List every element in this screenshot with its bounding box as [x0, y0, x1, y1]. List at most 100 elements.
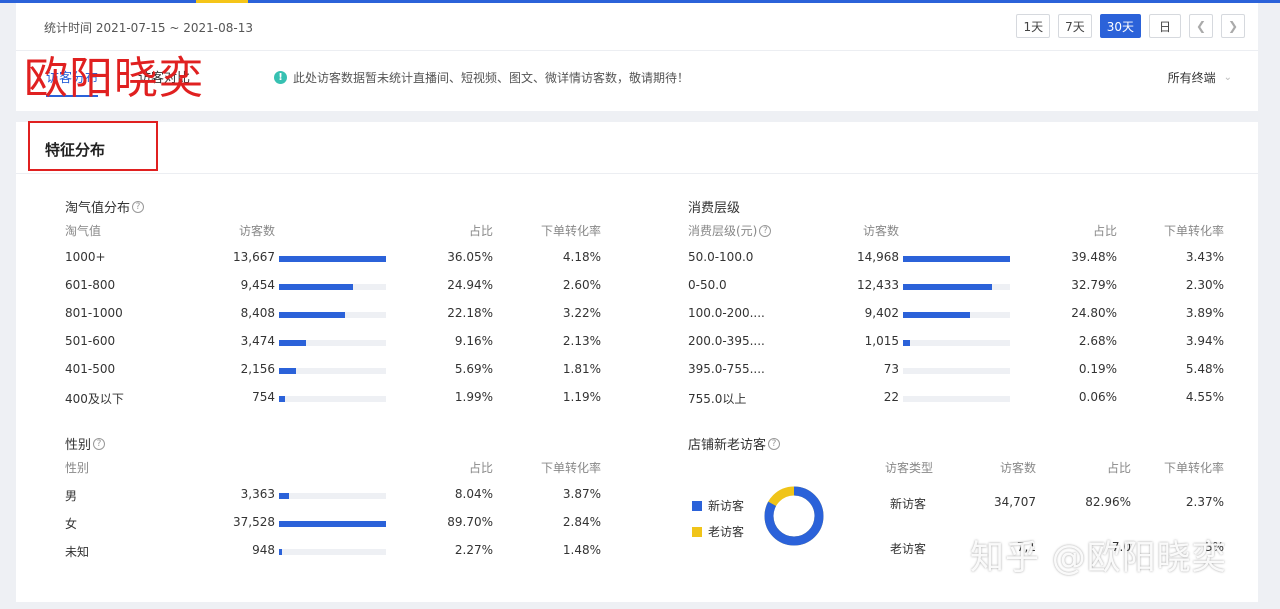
naughty-row-conv: 4.18% — [562, 250, 601, 264]
spending-row-label: 755.0以上 — [688, 392, 747, 406]
spending-row-conv: 4.55% — [1185, 390, 1224, 404]
newold-row-old-label: 老访客 — [890, 542, 927, 556]
gender-row-bar-track — [279, 493, 386, 499]
spending-row-label: 395.0-755.... — [688, 362, 765, 376]
range-30day-button[interactable]: 30天 — [1099, 14, 1141, 38]
naughty-row-visitors: 3,474 — [240, 334, 275, 348]
gender-title: 性别? — [65, 434, 106, 453]
spending-header-label: 消费层级(元)? — [688, 222, 772, 239]
spending-row-bar-track — [903, 256, 1010, 262]
range-1day-button[interactable]: 1天 — [1016, 14, 1051, 38]
naughty-row-share: 36.05% — [447, 250, 493, 264]
spending-row-bar-track — [903, 284, 1010, 290]
gender-row-label: 未知 — [65, 545, 90, 559]
naughty-row-bar-fill — [279, 368, 296, 374]
naughty-row-visitors: 13,667 — [233, 250, 275, 264]
naughty-row-conv: 2.60% — [562, 278, 601, 292]
chevron-down-icon: ⌄ — [1223, 72, 1232, 83]
range-button-group: 1天 7天 30天 日 ❮ ❯ — [1016, 14, 1245, 38]
gender-row-share: 8.04% — [454, 487, 493, 501]
gender-row-bar-fill — [279, 493, 289, 499]
spending-row-bar-fill — [903, 340, 910, 346]
naughty-row-bar-track — [279, 256, 386, 262]
spending-title-text: 消费层级 — [688, 201, 741, 216]
naughty-title: 淘气值分布? — [65, 197, 145, 216]
section-title: 特征分布 — [45, 141, 106, 159]
legend-label-old: 老访客 — [708, 525, 745, 539]
naughty-row-bar-track — [279, 368, 386, 374]
spending-row-visitors: 73 — [883, 362, 899, 376]
divider — [16, 50, 1258, 51]
naughty-row-bar-fill — [279, 340, 306, 346]
gender-row-share: 2.27% — [454, 543, 493, 557]
naughty-row-bar-track — [279, 312, 386, 318]
legend-swatch-old — [692, 526, 702, 537]
naughty-header-label: 淘气值 — [65, 224, 102, 238]
spending-header-visitors: 访客数 — [863, 224, 900, 238]
naughty-row-conv: 2.13% — [562, 334, 601, 348]
spending-row-label: 100.0-200.... — [688, 306, 765, 320]
gender-row-label: 男 — [65, 489, 78, 503]
range-7day-button[interactable]: 7天 — [1058, 14, 1092, 38]
gender-row-visitors: 37,528 — [233, 515, 275, 529]
naughty-row-visitors: 754 — [252, 390, 275, 404]
notice-banner: ! 此处访客数据暂未统计直播间、短视频、图文、微详情访客数，敬请期待！ — [274, 69, 689, 86]
date-range-card: 统计时间 2021-07-15 ~ 2021-08-13 1天 7天 30天 日… — [16, 3, 1258, 111]
naughty-header-share: 占比 — [468, 224, 493, 238]
spending-row-bar-fill — [903, 284, 992, 290]
spending-row-conv: 5.48% — [1185, 362, 1224, 376]
naughty-header-conv: 下单转化率 — [540, 224, 601, 238]
range-day-button[interactable]: 日 — [1149, 14, 1181, 38]
naughty-row-share: 22.18% — [447, 306, 493, 320]
naughty-row-share: 24.94% — [447, 278, 493, 292]
naughty-row-bar-fill — [279, 312, 345, 318]
newold-header-conv: 下单转化率 — [1163, 461, 1224, 475]
naughty-row-bar-track — [279, 396, 386, 402]
spending-header-share: 占比 — [1092, 224, 1117, 238]
gender-row-conv: 3.87% — [562, 487, 601, 501]
terminal-select[interactable]: 所有终端 ⌄ — [1168, 69, 1232, 86]
spending-row-share: 0.19% — [1078, 362, 1117, 376]
spending-row-label: 0-50.0 — [688, 278, 727, 292]
spending-row-visitors: 14,968 — [857, 250, 899, 264]
naughty-row-label: 401-500 — [65, 362, 116, 376]
spending-row-conv: 2.30% — [1185, 278, 1224, 292]
naughty-row-visitors: 2,156 — [240, 362, 275, 376]
chevron-left-icon[interactable]: ❮ — [1189, 14, 1213, 38]
legend-old: 老访客 — [692, 523, 744, 540]
help-icon[interactable]: ? — [132, 200, 145, 213]
spending-row-visitors: 1,015 — [864, 334, 899, 348]
spending-row-share: 24.80% — [1071, 306, 1117, 320]
naughty-title-text: 淘气值分布 — [65, 201, 131, 216]
help-icon[interactable]: ? — [759, 224, 772, 237]
spending-header-conv: 下单转化率 — [1163, 224, 1224, 238]
spending-row-share: 32.79% — [1071, 278, 1117, 292]
chevron-right-icon[interactable]: ❯ — [1221, 14, 1245, 38]
help-icon[interactable]: ? — [768, 437, 781, 450]
newold-donut — [764, 486, 824, 546]
gender-row-visitors: 948 — [252, 543, 275, 557]
naughty-header-visitors: 访客数 — [239, 224, 276, 238]
spending-row-share: 39.48% — [1071, 250, 1117, 264]
spending-row-label: 200.0-395.... — [688, 334, 765, 348]
naughty-row-conv: 1.81% — [562, 362, 601, 376]
spending-row-share: 2.68% — [1078, 334, 1117, 348]
info-icon: ! — [274, 71, 287, 84]
newold-title: 店铺新老访客? — [688, 434, 781, 453]
naughty-row-label: 801-1000 — [65, 306, 123, 320]
spending-row-visitors: 12,433 — [857, 278, 899, 292]
naughty-row-label: 601-800 — [65, 278, 116, 292]
naughty-row-visitors: 8,408 — [240, 306, 275, 320]
naughty-row-share: 1.99% — [454, 390, 493, 404]
help-icon[interactable]: ? — [93, 437, 106, 450]
newold-row-new-visitors: 34,707 — [994, 495, 1036, 509]
naughty-row-label: 400及以下 — [65, 392, 124, 406]
gender-title-text: 性别 — [65, 438, 92, 453]
spending-row-visitors: 9,402 — [864, 306, 899, 320]
gender-row-bar-fill — [279, 521, 386, 527]
naughty-row-bar-track — [279, 340, 386, 346]
spending-row-bar-track — [903, 396, 1010, 402]
naughty-row-share: 9.16% — [454, 334, 493, 348]
naughty-row-label: 501-600 — [65, 334, 116, 348]
spending-title: 消费层级 — [688, 197, 740, 216]
